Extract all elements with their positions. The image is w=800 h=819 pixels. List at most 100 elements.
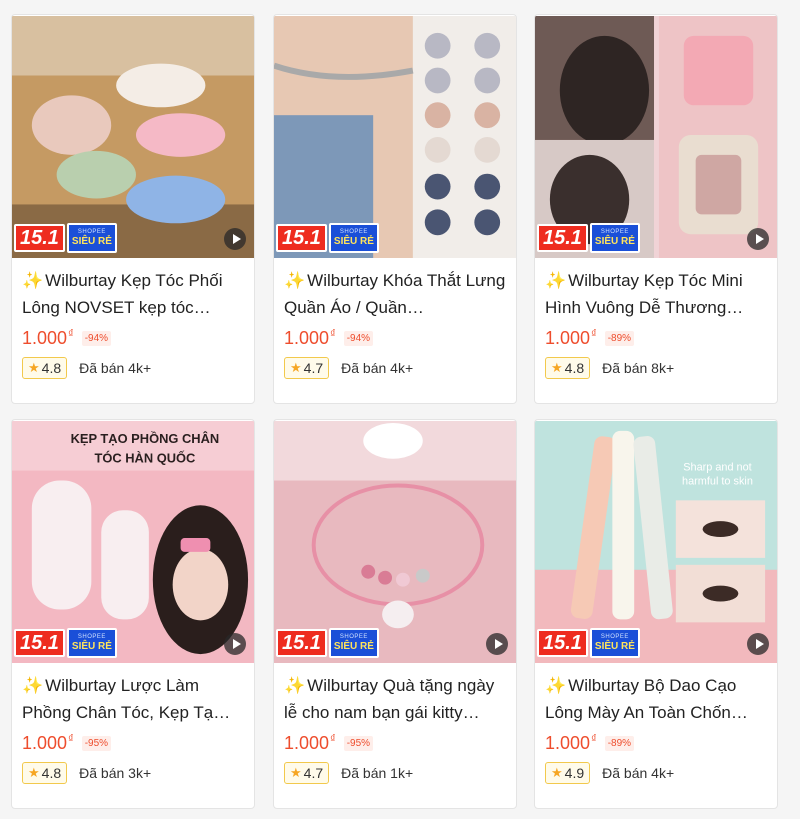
- sold-count: Đã bán 8k+: [602, 360, 675, 376]
- promo-badges: 15.1 SHOPEE SIÊU RẺ: [537, 628, 640, 658]
- image-caption-line-1: Sharp and not: [683, 462, 751, 474]
- discount-badge: -95%: [81, 736, 112, 751]
- product-image[interactable]: 15.1 SHOPEE SIÊU RẺ: [535, 15, 777, 259]
- sparkle-icon: ✨: [22, 271, 44, 290]
- promo-badge-15-1: 15.1: [537, 224, 588, 252]
- product-card[interactable]: 15.1 SHOPEE SIÊU RẺ ✨ Wilburtay Kẹp Tóc M…: [534, 14, 778, 404]
- product-grid: 15.1 SHOPEE SIÊU RẺ ✨ Wilburtay Kẹp Tóc P…: [0, 0, 800, 819]
- sieu-re-badge: SHOPEE SIÊU RẺ: [328, 628, 379, 658]
- video-play-icon[interactable]: [486, 633, 508, 655]
- rating-badge: ★ 4.9: [545, 762, 591, 784]
- image-caption-line-2: harmful to skin: [682, 475, 753, 487]
- promo-badges: 15.1 SHOPEE SIÊU RẺ: [537, 223, 640, 253]
- price-row: 1.000₫ -94%: [284, 328, 506, 349]
- promo-badges: 15.1 SHOPEE SIÊU RẺ: [14, 223, 117, 253]
- sold-count: Đã bán 3k+: [79, 765, 152, 781]
- discount-badge: -95%: [343, 736, 374, 751]
- promo-badges: 15.1 SHOPEE SIÊU RẺ: [276, 628, 379, 658]
- sieu-re-label: SIÊU RẺ: [71, 235, 112, 247]
- discount-badge: -89%: [604, 736, 635, 751]
- image-caption-line-1: KẸP TẠO PHỒNG CHÂN: [71, 431, 220, 446]
- sold-count: Đã bán 4k+: [602, 765, 675, 781]
- meta-row: ★ 4.7 Đã bán 1k+: [284, 762, 506, 784]
- product-image[interactable]: Sharp and not harmful to skin 15.1 SHOPE…: [535, 420, 777, 664]
- price-row: 1.000₫ -95%: [284, 733, 506, 754]
- sparkle-icon: ✨: [545, 271, 567, 290]
- product-card[interactable]: 15.1 SHOPEE SIÊU RẺ ✨ Wilburtay Khóa Thắt…: [273, 14, 517, 404]
- promo-badge-15-1: 15.1: [276, 224, 327, 252]
- rating-badge: ★ 4.7: [284, 762, 330, 784]
- meta-row: ★ 4.8 Đã bán 8k+: [545, 357, 767, 379]
- price: 1.000₫: [545, 733, 597, 753]
- discount-badge: -89%: [604, 331, 635, 346]
- product-image[interactable]: 15.1 SHOPEE SIÊU RẺ: [274, 15, 516, 259]
- video-play-icon[interactable]: [224, 633, 246, 655]
- product-image[interactable]: 15.1 SHOPEE SIÊU RẺ: [12, 15, 254, 259]
- promo-badge-15-1: 15.1: [276, 629, 327, 657]
- sold-count: Đã bán 4k+: [341, 360, 414, 376]
- price: 1.000₫: [22, 328, 74, 348]
- product-title[interactable]: ✨ Wilburtay Quà tặng ngày lễ cho nam bạn …: [284, 672, 506, 726]
- video-play-icon[interactable]: [747, 228, 769, 250]
- price-row: 1.000₫ -89%: [545, 733, 767, 754]
- rating-badge: ★ 4.8: [22, 357, 68, 379]
- price-row: 1.000₫ -89%: [545, 328, 767, 349]
- product-card[interactable]: 15.1 SHOPEE SIÊU RẺ ✨ Wilburtay Kẹp Tóc P…: [11, 14, 255, 404]
- meta-row: ★ 4.9 Đã bán 4k+: [545, 762, 767, 784]
- sieu-re-label: SIÊU RẺ: [333, 235, 374, 247]
- product-title[interactable]: ✨ Wilburtay Bộ Dao Cạo Lông Mày An Toàn C…: [545, 672, 767, 726]
- sieu-re-badge: SHOPEE SIÊU RẺ: [66, 628, 117, 658]
- sieu-re-label: SIÊU RẺ: [594, 235, 635, 247]
- price: 1.000₫: [284, 328, 336, 348]
- product-card[interactable]: KẸP TẠO PHỒNG CHÂN TÓC HÀN QUỐC 15.1 SHO…: [11, 419, 255, 809]
- discount-badge: -94%: [81, 331, 112, 346]
- sieu-re-label: SIÊU RẺ: [71, 640, 112, 652]
- video-play-icon[interactable]: [224, 228, 246, 250]
- product-image[interactable]: 15.1 SHOPEE SIÊU RẺ: [274, 420, 516, 664]
- sparkle-icon: ✨: [545, 676, 567, 695]
- rating-badge: ★ 4.8: [22, 762, 68, 784]
- sieu-re-badge: SHOPEE SIÊU RẺ: [66, 223, 117, 253]
- star-icon: ★: [551, 765, 563, 780]
- promo-badges: 15.1 SHOPEE SIÊU RẺ: [276, 223, 379, 253]
- sparkle-icon: ✨: [284, 676, 306, 695]
- promo-badge-15-1: 15.1: [537, 629, 588, 657]
- star-icon: ★: [28, 765, 40, 780]
- sieu-re-badge: SHOPEE SIÊU RẺ: [589, 628, 640, 658]
- sieu-re-badge: SHOPEE SIÊU RẺ: [328, 223, 379, 253]
- sieu-re-top-label: SHOPEE: [77, 633, 106, 640]
- sieu-re-badge: SHOPEE SIÊU RẺ: [589, 223, 640, 253]
- product-title[interactable]: ✨ Wilburtay Kẹp Tóc Mini Hình Vuông Dễ Th…: [545, 267, 767, 321]
- video-play-icon[interactable]: [747, 633, 769, 655]
- product-card[interactable]: 15.1 SHOPEE SIÊU RẺ ✨ Wilburtay Quà tặng …: [273, 419, 517, 809]
- product-title[interactable]: ✨ Wilburtay Kẹp Tóc Phối Lông NOVSET kẹp …: [22, 267, 244, 321]
- sieu-re-top-label: SHOPEE: [339, 633, 368, 640]
- star-icon: ★: [290, 765, 302, 780]
- price-row: 1.000₫ -94%: [22, 328, 244, 349]
- sieu-re-top-label: SHOPEE: [600, 633, 629, 640]
- rating-badge: ★ 4.8: [545, 357, 591, 379]
- product-image[interactable]: KẸP TẠO PHỒNG CHÂN TÓC HÀN QUỐC 15.1 SHO…: [12, 420, 254, 664]
- price: 1.000₫: [22, 733, 74, 753]
- star-icon: ★: [28, 360, 40, 375]
- meta-row: ★ 4.8 Đã bán 3k+: [22, 762, 244, 784]
- sparkle-icon: ✨: [22, 676, 44, 695]
- price: 1.000₫: [545, 328, 597, 348]
- sold-count: Đã bán 4k+: [79, 360, 152, 376]
- sieu-re-top-label: SHOPEE: [600, 228, 629, 235]
- product-card[interactable]: Sharp and not harmful to skin 15.1 SHOPE…: [534, 419, 778, 809]
- star-icon: ★: [551, 360, 563, 375]
- promo-badges: 15.1 SHOPEE SIÊU RẺ: [14, 628, 117, 658]
- rating-badge: ★ 4.7: [284, 357, 330, 379]
- sparkle-icon: ✨: [284, 271, 306, 290]
- star-icon: ★: [290, 360, 302, 375]
- sieu-re-top-label: SHOPEE: [339, 228, 368, 235]
- sieu-re-label: SIÊU RẺ: [594, 640, 635, 652]
- product-title[interactable]: ✨ Wilburtay Lược Làm Phồng Chân Tóc, Kẹp …: [22, 672, 244, 726]
- promo-badge-15-1: 15.1: [14, 629, 65, 657]
- price: 1.000₫: [284, 733, 336, 753]
- meta-row: ★ 4.7 Đã bán 4k+: [284, 357, 506, 379]
- product-title[interactable]: ✨ Wilburtay Khóa Thắt Lưng Quần Áo / Quần…: [284, 267, 506, 321]
- image-caption-line-2: TÓC HÀN QUỐC: [94, 451, 195, 466]
- sieu-re-label: SIÊU RẺ: [333, 640, 374, 652]
